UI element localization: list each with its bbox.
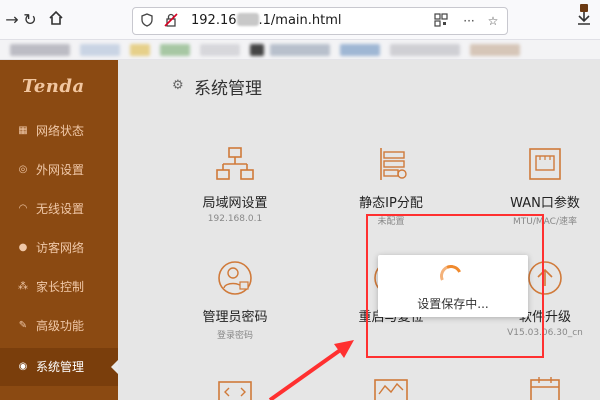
code-tile-icon bbox=[218, 381, 252, 400]
nav-item-advanced[interactable]: ✎ 高级功能 bbox=[0, 307, 118, 345]
parental-control-icon: ⁂ bbox=[18, 281, 28, 292]
tile-label: 管理员密码 bbox=[202, 310, 268, 325]
forward-icon[interactable]: → bbox=[2, 10, 22, 30]
nav-item-guest-network[interactable]: ● 访客网络 bbox=[0, 229, 118, 267]
wifi-icon: ◠ bbox=[18, 203, 28, 214]
nav-item-parental-control[interactable]: ⁂ 家长控制 bbox=[0, 268, 118, 306]
url-redaction bbox=[236, 13, 259, 26]
nav-item-network-status[interactable]: ▦ 网络状态 bbox=[0, 112, 118, 150]
calendar-tile-icon bbox=[530, 377, 560, 400]
home-icon[interactable] bbox=[46, 10, 66, 30]
guest-network-icon: ● bbox=[18, 242, 28, 253]
tile-label: 局域网设置 bbox=[202, 196, 268, 211]
tile-sub: 192.168.0.1 bbox=[207, 214, 263, 224]
tile-admin-password[interactable]: 管理员密码 登录密码 bbox=[160, 260, 310, 341]
nav-item-wireless[interactable]: ◠ 无线设置 bbox=[0, 190, 118, 228]
nav-item-system[interactable]: ◉ 系统管理 bbox=[0, 348, 119, 386]
shield-icon[interactable] bbox=[139, 13, 155, 29]
internet-settings-icon: ◎ bbox=[18, 164, 28, 175]
tile-label: 静态IP分配 bbox=[359, 196, 423, 211]
bookmark-star-icon[interactable]: ☆ bbox=[485, 13, 501, 29]
lan-topology-icon bbox=[216, 147, 254, 180]
qr-code-icon[interactable] bbox=[433, 13, 449, 29]
tenda-logo: Tenda bbox=[22, 76, 85, 97]
traffic-chart-tile-icon bbox=[374, 379, 408, 400]
address-bar[interactable]: 192.16.1/main.html ··· ☆ bbox=[132, 7, 508, 35]
annotation-highlight-box bbox=[366, 214, 544, 358]
reload-icon[interactable]: ↻ bbox=[20, 10, 40, 30]
page-title: 系统管理 bbox=[194, 79, 262, 99]
static-ip-list-icon bbox=[380, 148, 407, 180]
sidebar: Tenda ▦ 网络状态 ◎ 外网设置 ◠ 无线设置 ● 访客网络 ⁂ 家长控制… bbox=[0, 60, 119, 400]
admin-user-lock-icon bbox=[218, 261, 252, 295]
browser-toolbar: → ↻ 192.16.1/main.html ··· ☆ bbox=[0, 0, 600, 40]
url-text: 192.16.1/main.html bbox=[191, 13, 342, 28]
tile-lan-settings[interactable]: 局域网设置 192.168.0.1 bbox=[160, 146, 310, 224]
tile-label: WAN口参数 bbox=[510, 196, 580, 211]
network-status-icon: ▦ bbox=[18, 125, 28, 136]
ethernet-port-icon bbox=[529, 148, 561, 180]
profile-badge bbox=[580, 4, 588, 12]
annotation-arrow-icon bbox=[268, 340, 354, 400]
more-icon[interactable]: ··· bbox=[461, 13, 477, 29]
settings-gear-icon: ⚙ bbox=[172, 78, 184, 93]
insecure-lock-icon[interactable] bbox=[163, 13, 179, 29]
system-icon: ◉ bbox=[18, 361, 28, 372]
advanced-icon: ✎ bbox=[18, 320, 28, 331]
nav-item-internet-settings[interactable]: ◎ 外网设置 bbox=[0, 151, 118, 189]
bookmarks-bar bbox=[0, 40, 600, 60]
